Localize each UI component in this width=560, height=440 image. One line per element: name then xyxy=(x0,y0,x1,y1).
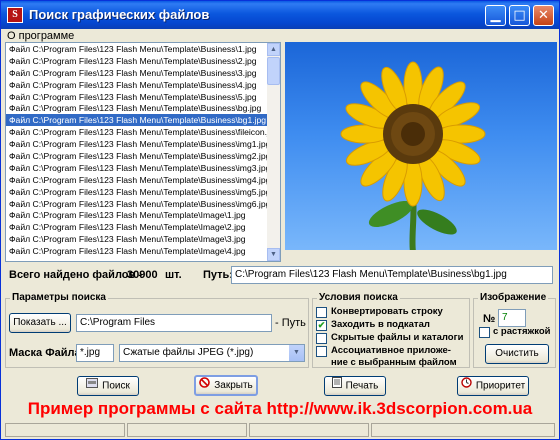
scroll-thumb[interactable] xyxy=(267,57,280,85)
show-folder-button[interactable]: Показать ... xyxy=(9,313,71,333)
total-files-label: Всего найдено файлов - xyxy=(9,269,142,281)
chevron-down-icon[interactable]: ▼ xyxy=(289,345,304,361)
total-files-unit: шт. xyxy=(165,269,182,281)
condition-checkbox-1[interactable]: ✔ xyxy=(316,320,327,331)
search-icon xyxy=(86,377,99,395)
condition-label-2: Скрытые файлы и каталоги xyxy=(331,332,464,343)
condition-checkbox-0[interactable] xyxy=(316,307,327,318)
status-panel-1 xyxy=(5,423,125,437)
mask-input[interactable]: *.jpg xyxy=(76,344,114,362)
condition-label-0: Конвертировать строку xyxy=(331,306,443,317)
file-list-item[interactable]: Файл C:\Program Files\123 Flash Menu\Tem… xyxy=(6,138,280,150)
status-panel-3 xyxy=(249,423,369,437)
scroll-up-icon[interactable]: ▲ xyxy=(267,43,280,56)
image-preview xyxy=(285,42,557,262)
path-suffix-label: - Путь xyxy=(275,317,306,329)
minimize-icon: ▁ xyxy=(490,8,501,23)
file-list-item[interactable]: Файл C:\Program Files\123 Flash Menu\Tem… xyxy=(6,233,280,245)
file-list-item[interactable]: Файл C:\Program Files\123 Flash Menu\Tem… xyxy=(6,43,280,55)
condition-label-3: Ассоциативное приложе- xyxy=(331,345,451,356)
maximize-button[interactable]: □ xyxy=(509,5,530,26)
close-button[interactable]: Закрыть xyxy=(194,375,258,396)
minimize-button[interactable]: ▁ xyxy=(485,5,506,26)
menu-item-about[interactable]: О программе xyxy=(7,30,74,42)
file-list-item[interactable]: Файл C:\Program Files\123 Flash Menu\Tem… xyxy=(6,79,280,91)
sunflower-photo xyxy=(285,42,557,250)
file-list-item[interactable]: Файл C:\Program Files\123 Flash Menu\Tem… xyxy=(6,162,280,174)
file-list-item[interactable]: Файл C:\Program Files\123 Flash Menu\Tem… xyxy=(6,221,280,233)
file-list-item[interactable]: Файл C:\Program Files\123 Flash Menu\Tem… xyxy=(6,102,280,114)
search-params-legend: Параметры поиска xyxy=(10,292,108,303)
mask-label: Маска Файла: xyxy=(9,347,85,359)
status-panel-4 xyxy=(371,423,555,437)
print-button-label: Печать xyxy=(345,380,379,392)
condition-checkbox-3[interactable] xyxy=(316,346,327,357)
path-label: Путь: xyxy=(203,269,233,281)
maximize-icon: □ xyxy=(513,8,526,23)
image-number-label: № xyxy=(483,313,496,325)
stretch-checkbox[interactable] xyxy=(479,327,490,338)
search-button[interactable]: Поиск xyxy=(77,376,139,396)
status-panel-2 xyxy=(127,423,247,437)
image-legend: Изображение xyxy=(478,292,549,303)
promo-banner[interactable]: Пример программы с сайта http://www.ik.3… xyxy=(1,399,559,419)
search-button-label: Поиск xyxy=(102,380,130,392)
file-type-select[interactable]: Сжатые файлы JPEG (*.jpg) ▼ xyxy=(119,344,305,362)
print-button[interactable]: Печать xyxy=(324,376,386,396)
condition-continuation: ние с выбранным файлом xyxy=(331,357,457,368)
close-window-button[interactable]: ✕ xyxy=(533,5,554,26)
file-list-item[interactable]: Файл C:\Program Files\123 Flash Menu\Tem… xyxy=(6,91,280,103)
file-list-item[interactable]: Файл C:\Program Files\123 Flash Menu\Tem… xyxy=(6,55,280,67)
document-icon xyxy=(331,377,342,395)
scroll-down-icon[interactable]: ▼ xyxy=(267,248,280,261)
stop-icon xyxy=(199,377,211,394)
file-list-item[interactable]: Файл C:\Program Files\123 Flash Menu\Tem… xyxy=(6,150,280,162)
priority-button[interactable]: Приоритет xyxy=(457,376,529,396)
file-list-item[interactable]: Файл C:\Program Files\123 Flash Menu\Tem… xyxy=(6,186,280,198)
clock-icon xyxy=(461,377,472,395)
file-list-item[interactable]: Файл C:\Program Files\123 Flash Menu\Tem… xyxy=(6,198,280,210)
file-list-item[interactable]: Файл C:\Program Files\123 Flash Menu\Tem… xyxy=(6,174,280,186)
file-type-value: Сжатые файлы JPEG (*.jpg) xyxy=(123,347,254,358)
file-list-item[interactable]: Файл C:\Program Files\123 Flash Menu\Tem… xyxy=(6,126,280,138)
condition-label-1: Заходить в подкатал xyxy=(331,319,430,330)
window-title: Поиск графических файлов xyxy=(29,7,210,22)
folder-input[interactable]: C:\Program Files xyxy=(76,314,272,332)
file-list[interactable]: Файл C:\Program Files\123 Flash Menu\Tem… xyxy=(5,42,281,262)
condition-checkbox-2[interactable] xyxy=(316,333,327,344)
app-icon[interactable]: S xyxy=(7,7,23,23)
close-icon: ✕ xyxy=(538,8,549,23)
image-number-field[interactable]: 7 xyxy=(498,309,526,327)
main-window: S Поиск графических файлов ▁ □ ✕ О прогр… xyxy=(0,0,560,440)
file-list-scrollbar[interactable]: ▲ ▼ xyxy=(267,43,280,261)
total-files-value: 30900 xyxy=(127,269,158,281)
stretch-label: с растяжкой xyxy=(493,326,551,337)
path-field[interactable]: C:\Program Files\123 Flash Menu\Template… xyxy=(231,266,553,284)
sunflower-image xyxy=(340,61,486,250)
priority-button-label: Приоритет xyxy=(475,380,526,392)
file-list-rows: Файл C:\Program Files\123 Flash Menu\Tem… xyxy=(6,43,280,257)
file-list-item[interactable]: Файл C:\Program Files\123 Flash Menu\Tem… xyxy=(6,114,280,127)
conditions-legend: Условия поиска xyxy=(317,292,400,303)
title-bar[interactable]: S Поиск графических файлов ▁ □ ✕ xyxy=(1,1,559,29)
file-list-item[interactable]: Файл C:\Program Files\123 Flash Menu\Tem… xyxy=(6,209,280,221)
file-list-item[interactable]: Файл C:\Program Files\123 Flash Menu\Tem… xyxy=(6,67,280,79)
clear-button[interactable]: Очистить xyxy=(485,344,549,364)
close-button-label: Закрыть xyxy=(214,380,253,392)
file-list-item[interactable]: Файл C:\Program Files\123 Flash Menu\Tem… xyxy=(6,245,280,257)
